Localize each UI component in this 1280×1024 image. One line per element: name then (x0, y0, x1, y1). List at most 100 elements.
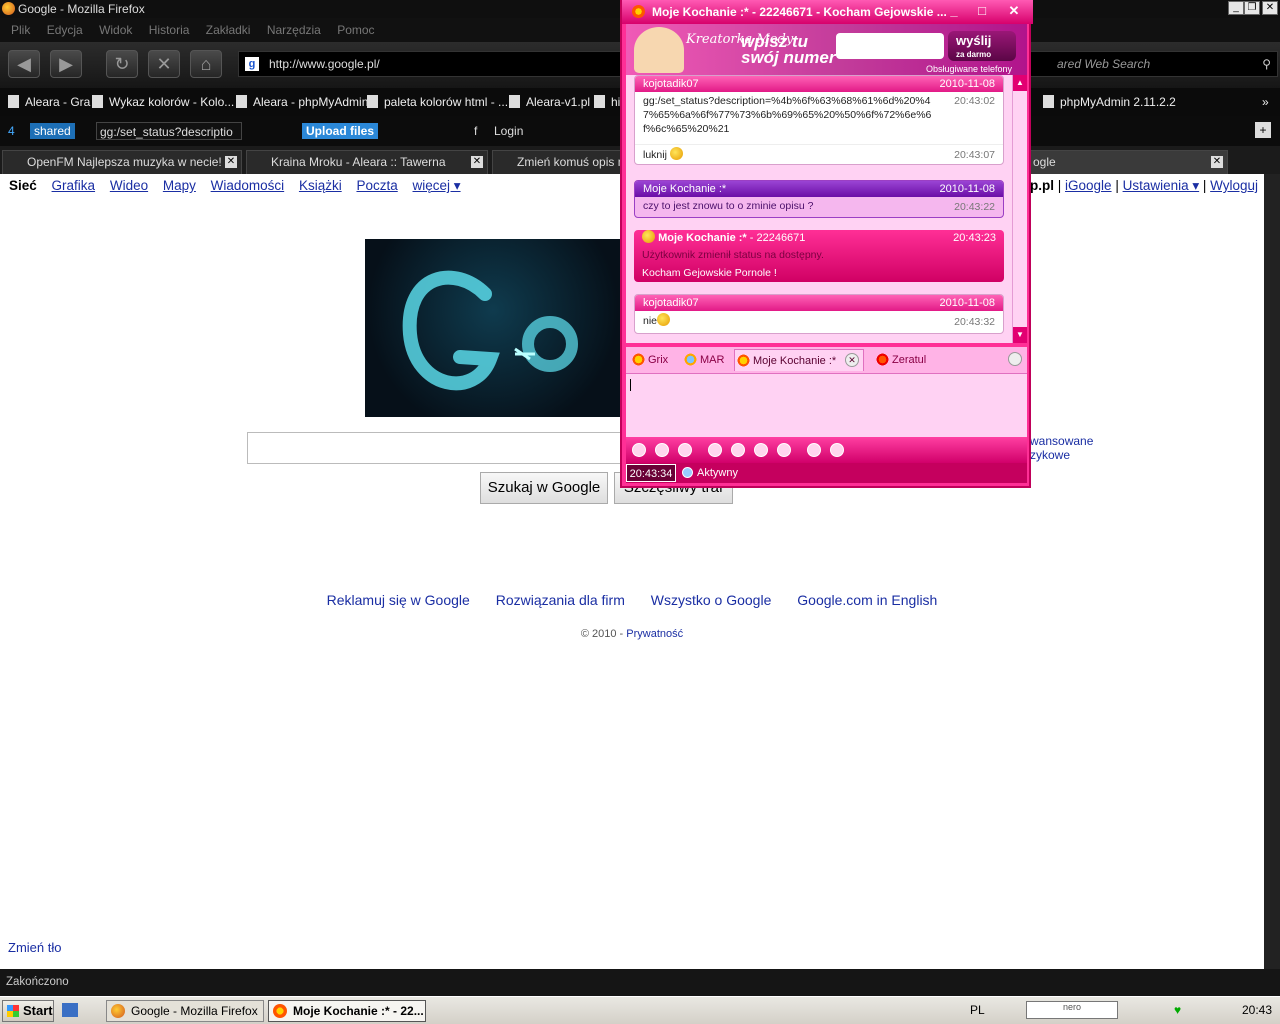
gbar-wiadomosci[interactable]: Wiadomości (211, 178, 285, 193)
gbar-ksiazki[interactable]: Książki (299, 178, 342, 193)
scroll-up-icon[interactable]: ▲ (1013, 75, 1027, 91)
minimize-button[interactable]: _ (1228, 1, 1244, 15)
gbar-igoogle[interactable]: iGoogle (1065, 178, 1112, 193)
gg-close-button[interactable]: ✕ (1004, 3, 1024, 20)
tab-kraina-mroku[interactable]: Kraina Mroku - Aleara :: Tawerna ✕ (246, 150, 488, 174)
bookmark-item[interactable]: Aleara - Gra (8, 88, 90, 116)
close-tab-icon[interactable]: ✕ (1211, 156, 1223, 168)
gbar-wideo[interactable]: Wideo (110, 178, 148, 193)
download-icon[interactable] (807, 443, 821, 457)
add-icon[interactable]: + (1255, 122, 1271, 138)
toolbar-search-input[interactable]: gg:/set_status?descriptio (96, 122, 242, 140)
page-scrollbar[interactable] (1264, 174, 1280, 969)
bookmark-item[interactable]: Aleara - phpMyAdmin (236, 88, 368, 116)
gg-ad-banner[interactable]: Kreatorka Mody wpisz tu swój numer wyśli… (626, 24, 1027, 75)
close-button[interactable]: ✕ (1262, 1, 1278, 15)
bookmark-item[interactable]: phpMyAdmin 2.11.2.2 (1043, 88, 1176, 116)
lock-icon[interactable] (777, 443, 791, 457)
nero-search[interactable]: nero (1026, 1001, 1118, 1019)
gbar-wyloguj[interactable]: Wyloguj (1210, 178, 1258, 193)
show-desktop-icon[interactable] (62, 1003, 78, 1017)
gbar-ustawienia[interactable]: Ustawienia ▾ (1123, 178, 1200, 193)
file-icon[interactable] (678, 443, 692, 457)
gbar-poczta[interactable]: Poczta (356, 178, 397, 193)
gg-minimize-button[interactable]: _ (944, 3, 964, 20)
login-button[interactable]: Login (494, 116, 523, 146)
gg-tab-grix[interactable]: Grix (630, 349, 668, 371)
footer-english[interactable]: Google.com in English (797, 592, 937, 608)
menu-pomoc[interactable]: Pomoc (337, 23, 374, 37)
change-background-link[interactable]: Zmień tło (8, 940, 61, 955)
gbar-mapy[interactable]: Mapy (163, 178, 196, 193)
upload-files-button[interactable]: Upload files (302, 123, 379, 139)
banner-phone-input[interactable] (836, 33, 944, 59)
close-tab-icon[interactable]: ✕ (471, 156, 483, 168)
emoticon-icon[interactable] (632, 443, 646, 457)
image-icon[interactable] (655, 443, 669, 457)
language-tools-link[interactable]: zykowe (1030, 448, 1093, 462)
gg-titlebar[interactable]: Moje Kochanie :* - 22246671 - Kocham Gej… (622, 0, 1033, 24)
task-gg[interactable]: Moje Kochanie :* - 22... (268, 1000, 426, 1022)
restore-button[interactable]: ❐ (1244, 1, 1260, 15)
chevron-right-icon[interactable]: » (1262, 88, 1269, 116)
gg-tab-zeratul[interactable]: Zeratul (874, 349, 926, 371)
banner-phones-link[interactable]: Obsługiwane telefony (926, 64, 1012, 74)
tabs-menu-icon[interactable] (1008, 352, 1022, 366)
facebook-icon[interactable]: f (474, 116, 477, 146)
back-icon[interactable]: ◀ (8, 50, 40, 78)
chat-scrollbar[interactable]: ▲ ▼ (1012, 75, 1027, 343)
gg-tab-moje-kochanie[interactable]: Moje Kochanie :* ✕ (734, 349, 864, 371)
search-icon[interactable]: ⚲ (1262, 52, 1271, 76)
tab-google[interactable]: ogle ✕ (1028, 150, 1228, 174)
clock[interactable]: 20:43 (1242, 1000, 1272, 1020)
search-google-button[interactable]: Szukaj w Google (480, 472, 608, 504)
gbar-grafika[interactable]: Grafika (52, 178, 96, 193)
menu-narzedzia[interactable]: Narzędzia (267, 23, 321, 37)
menu-plik[interactable]: Plik (11, 23, 30, 37)
footer-wszystko[interactable]: Wszystko o Google (651, 592, 772, 608)
close-tab-icon[interactable]: ✕ (845, 353, 859, 367)
status-description: Kocham Gejowskie Pornole ! (642, 267, 777, 279)
footer-rozwiazania[interactable]: Rozwiązania dla firm (496, 592, 625, 608)
tab-zmien-opis[interactable]: Zmień komuś opis na (492, 150, 622, 174)
privacy-link[interactable]: Prywatność (626, 628, 683, 640)
heart-icon[interactable]: ♥ (1174, 1000, 1181, 1020)
close-tab-icon[interactable]: ✕ (225, 156, 237, 168)
menu-edycja[interactable]: Edycja (47, 23, 83, 37)
footer-links: Reklamuj się w Google Rozwiązania dla fi… (0, 592, 1264, 608)
window-icon[interactable] (830, 443, 844, 457)
scroll-down-icon[interactable]: ▼ (1013, 327, 1027, 343)
gbar-wiecej[interactable]: więcej ▾ (413, 178, 461, 193)
gg-tab-mar[interactable]: MAR (682, 349, 724, 371)
task-firefox[interactable]: Google - Mozilla Firefox (106, 1000, 264, 1022)
advanced-search-link[interactable]: wansowane (1030, 434, 1093, 448)
bookmark-item[interactable]: hi (594, 88, 620, 116)
windows-logo-icon (7, 1005, 19, 1017)
gg-status-text[interactable]: Aktywny (697, 463, 738, 483)
minus-icon[interactable] (708, 443, 722, 457)
menu-widok[interactable]: Widok (99, 23, 132, 37)
4shared-logo[interactable]: 4 (8, 116, 15, 146)
gg-message-input[interactable] (626, 373, 1027, 437)
menu-historia[interactable]: Historia (149, 23, 190, 37)
google-search-input[interactable] (247, 432, 621, 464)
footer-reklamuj[interactable]: Reklamuj się w Google (327, 592, 470, 608)
copy-icon[interactable] (731, 443, 745, 457)
gg-sun-cloud-icon (683, 352, 698, 367)
bookmark-item[interactable]: paleta kolorów html - ... (367, 88, 508, 116)
banner-send-button[interactable]: wyślij za darmo (948, 31, 1016, 61)
reload-icon[interactable]: ↻ (106, 50, 138, 78)
bookmark-item[interactable]: Aleara-v1.pl (509, 88, 590, 116)
forward-icon[interactable]: ▶ (50, 50, 82, 78)
google-doodle[interactable] (365, 239, 621, 417)
menu-zakladki[interactable]: Zakładki (206, 23, 251, 37)
clock-icon[interactable] (754, 443, 768, 457)
tab-openfm[interactable]: OpenFM Najlepsza muzyka w necie! ✕ (2, 150, 242, 174)
language-indicator[interactable]: PL (970, 1003, 985, 1017)
bookmark-item[interactable]: Wykaz kolorów - Kolo... (92, 88, 234, 116)
start-button[interactable]: Start (2, 1000, 54, 1022)
home-icon[interactable]: ⌂ (190, 50, 222, 78)
search-bar[interactable]: ared Web Search ⚲ (1030, 51, 1278, 77)
stop-icon[interactable]: ✕ (148, 50, 180, 78)
gg-maximize-button[interactable]: □ (972, 3, 992, 20)
